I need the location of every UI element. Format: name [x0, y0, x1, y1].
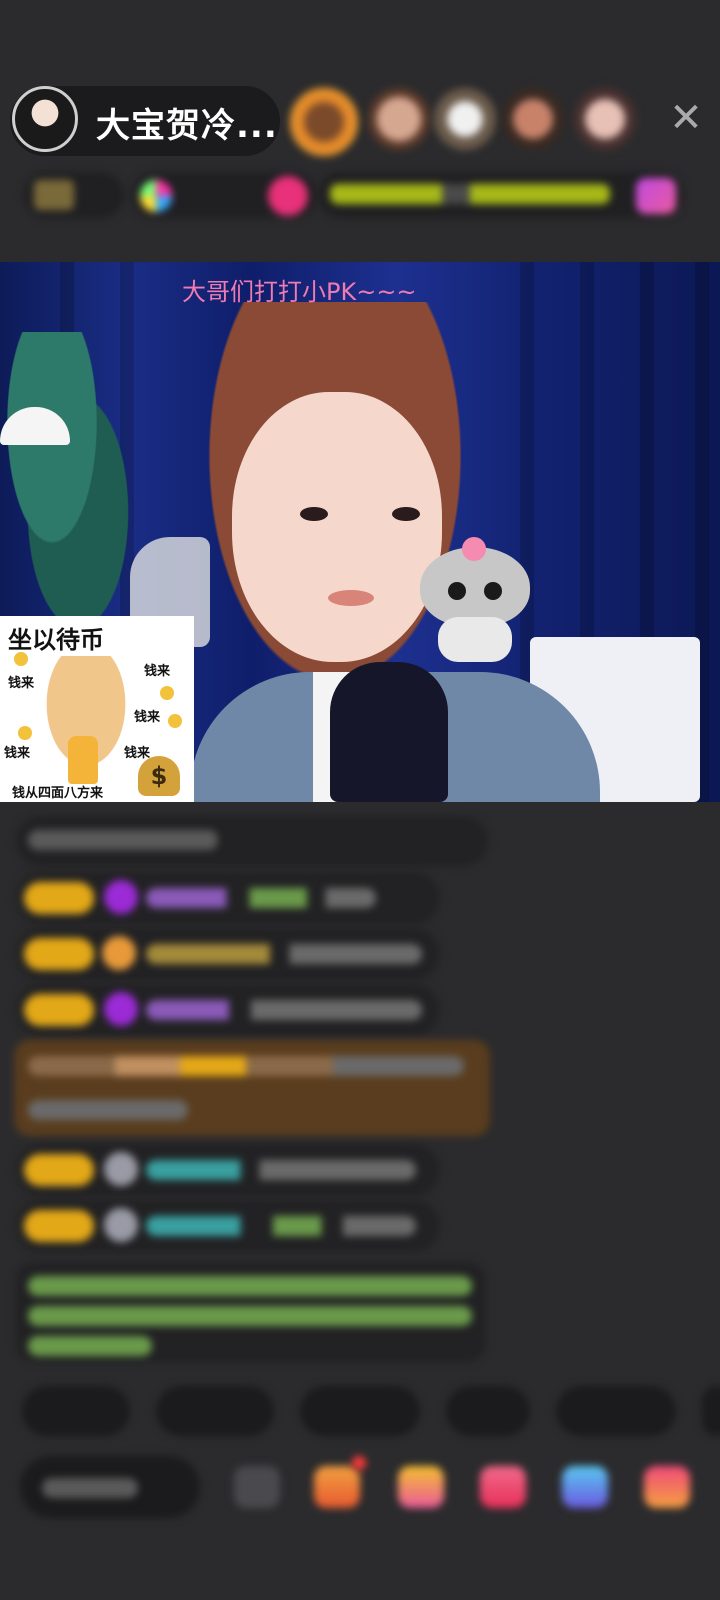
treasure-icon[interactable] — [398, 1466, 444, 1508]
sticker-text: 钱来 — [8, 676, 35, 691]
host-name[interactable]: 大宝贺冷... — [96, 98, 278, 147]
gift-box-icon[interactable] — [314, 1466, 360, 1508]
hot-icon — [140, 180, 172, 212]
activity-icon[interactable] — [562, 1466, 608, 1508]
quick-reply-button[interactable] — [446, 1386, 530, 1436]
activity-icon[interactable] — [636, 178, 676, 214]
avatar — [104, 1152, 138, 1186]
close-icon[interactable]: ✕ — [668, 98, 704, 138]
host-avatar[interactable] — [12, 86, 78, 152]
level-badge — [24, 994, 94, 1026]
sticker-text: 钱来 — [4, 746, 31, 761]
sticker-text: 钱来 — [124, 746, 151, 761]
sticker-text: 钱来 — [134, 710, 161, 725]
dollar-bag-icon: $ — [138, 756, 180, 796]
microphone — [330, 662, 448, 802]
notification-dot — [352, 1456, 366, 1470]
sticker-title: 坐以待币 — [8, 626, 104, 654]
rank-icon — [34, 180, 74, 210]
quick-reply-button[interactable] — [556, 1386, 676, 1436]
cat-toy — [420, 537, 530, 662]
gift-icon[interactable] — [644, 1466, 690, 1508]
plant — [0, 332, 130, 632]
viewer-avatar[interactable] — [502, 88, 564, 150]
quick-reply-button[interactable] — [22, 1386, 130, 1436]
quick-reply-button[interactable] — [702, 1386, 720, 1436]
viewer-avatar[interactable] — [434, 88, 496, 150]
avatar — [104, 1208, 138, 1242]
announcement-text — [330, 184, 610, 204]
highlight-message[interactable] — [14, 1040, 490, 1136]
viewer-avatar[interactable] — [368, 88, 430, 150]
pink-gift-icon[interactable] — [268, 176, 308, 216]
praying-hands — [68, 736, 98, 784]
streamer-face — [232, 392, 442, 662]
heart-icon[interactable] — [480, 1466, 526, 1508]
gem-icon — [104, 992, 138, 1026]
sticker: 坐以待币 钱来 钱来 钱来 钱来 钱来 $ 钱从四面八方来 — [0, 616, 194, 802]
level-badge — [24, 938, 94, 970]
level-badge — [24, 882, 94, 914]
video-caption: 大哥们打打小PK~~~ — [182, 278, 417, 306]
emoji-icon[interactable] — [234, 1466, 280, 1508]
gem-icon — [104, 880, 138, 914]
level-badge — [24, 1154, 94, 1186]
gem-icon — [102, 936, 136, 970]
level-badge — [24, 1210, 94, 1242]
quick-reply-button[interactable] — [300, 1386, 420, 1436]
quick-reply-button[interactable] — [156, 1386, 274, 1436]
sticker-bottom-text: 钱从四面八方来 — [12, 786, 104, 801]
top-viewer-avatar[interactable] — [290, 88, 358, 156]
viewer-avatar[interactable] — [574, 88, 636, 150]
sticker-text: 钱来 — [144, 664, 171, 679]
